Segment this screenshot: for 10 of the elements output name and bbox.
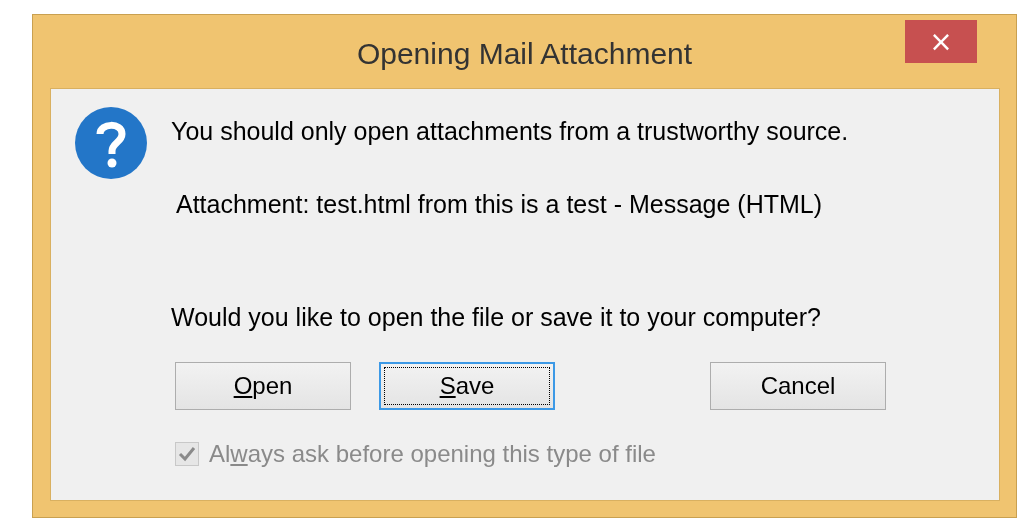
question-icon bbox=[75, 107, 147, 179]
open-button[interactable]: Open bbox=[175, 362, 351, 410]
window-title: Opening Mail Attachment bbox=[356, 36, 693, 71]
checkbox-label: Always ask before opening this type of file bbox=[209, 440, 656, 468]
save-button[interactable]: Save bbox=[379, 362, 555, 410]
cancel-button[interactable]: Cancel bbox=[710, 362, 886, 410]
close-button[interactable]: × bbox=[905, 20, 977, 63]
attachment-text: Attachment: test.html from this is a test - Message (HTML) bbox=[176, 190, 823, 219]
question-text: Would you like to open the file or save it to your computer? bbox=[171, 303, 822, 332]
warning-text: You should only open attachments from a trustworthy source. bbox=[171, 117, 849, 146]
